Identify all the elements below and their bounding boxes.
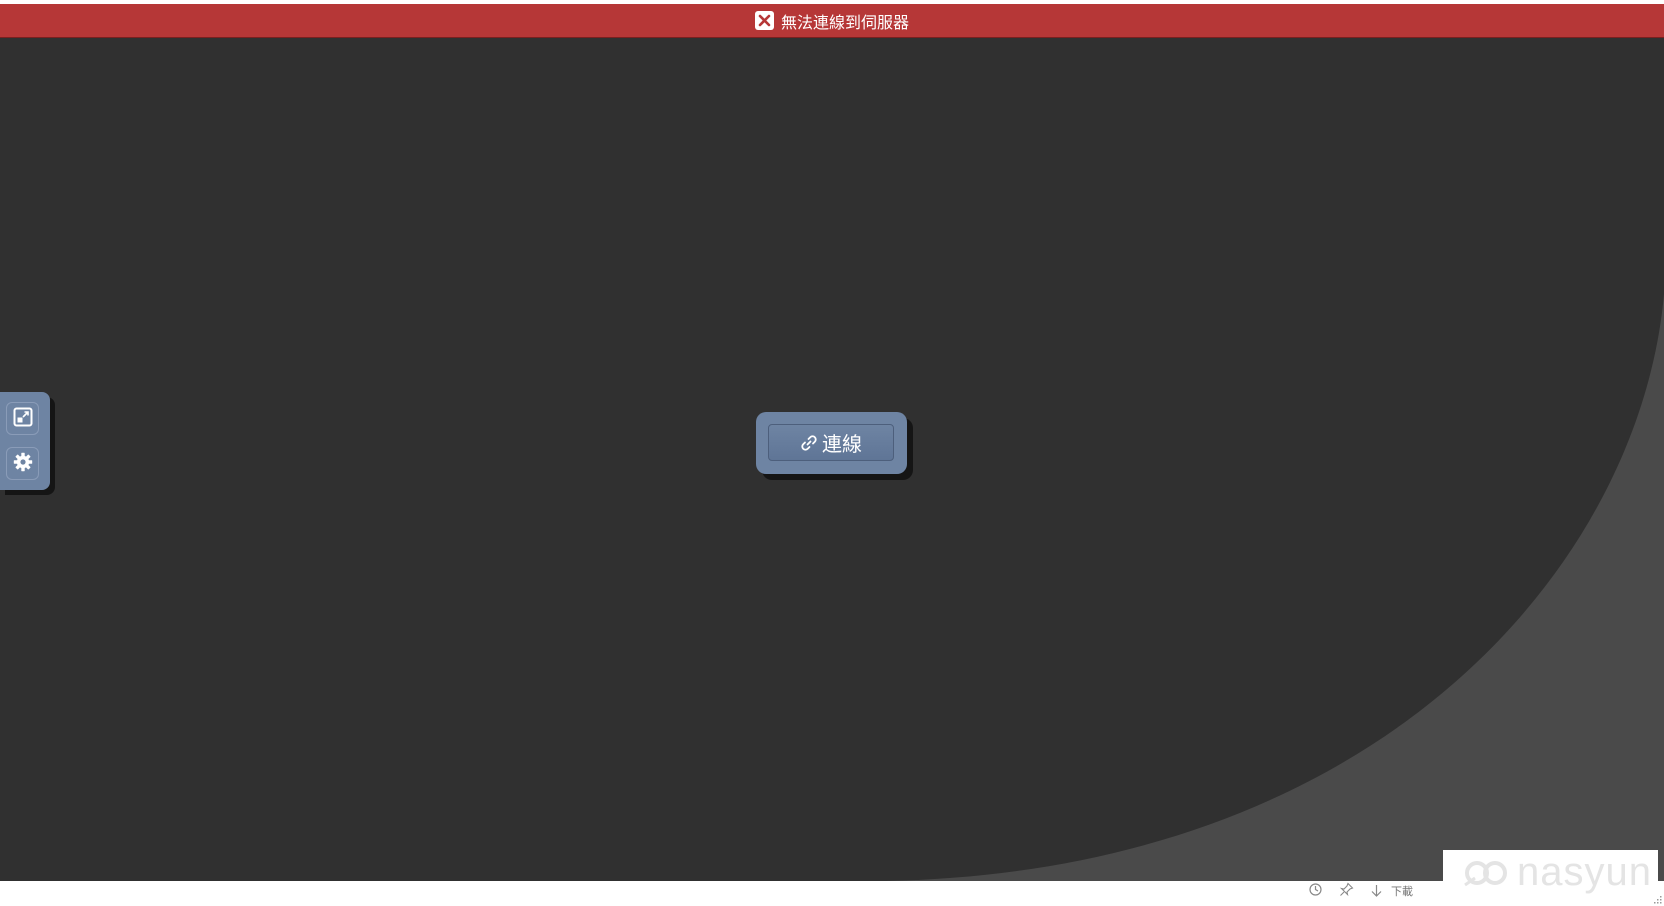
control-bar — [0, 392, 50, 490]
link-icon — [800, 434, 818, 452]
pin-icon — [1339, 882, 1354, 900]
download-label: 下載 — [1391, 885, 1413, 898]
connect-button-label: 連線 — [822, 432, 862, 456]
download-button[interactable]: 下載 — [1370, 883, 1413, 899]
settings-button[interactable] — [6, 447, 39, 480]
status-banner: 無法連線到伺服器 — [0, 4, 1664, 38]
gear-icon — [13, 452, 33, 476]
nasyun-logo-icon — [1461, 856, 1513, 890]
nasyun-watermark: nasyun — [1443, 850, 1658, 895]
watermark-text: nasyun — [1517, 850, 1652, 894]
remote-desktop-viewport: 無法連線到伺服器 連線 下載 nasyun — [0, 0, 1664, 906]
fullscreen-icon — [13, 407, 33, 431]
refresh-button[interactable] — [1308, 882, 1323, 900]
pin-button[interactable] — [1339, 882, 1354, 900]
bottom-strip — [0, 881, 1664, 906]
connect-dialog: 連線 — [756, 412, 907, 474]
status-message: 無法連線到伺服器 — [780, 12, 909, 32]
download-arrow-icon — [1370, 884, 1383, 898]
fullscreen-button[interactable] — [6, 402, 39, 435]
error-x-icon — [754, 11, 774, 30]
bottom-toolbar: 下載 — [1308, 880, 1413, 902]
connect-button[interactable]: 連線 — [768, 424, 894, 461]
refresh-icon — [1308, 882, 1323, 900]
resize-grip-icon[interactable] — [1652, 894, 1662, 904]
